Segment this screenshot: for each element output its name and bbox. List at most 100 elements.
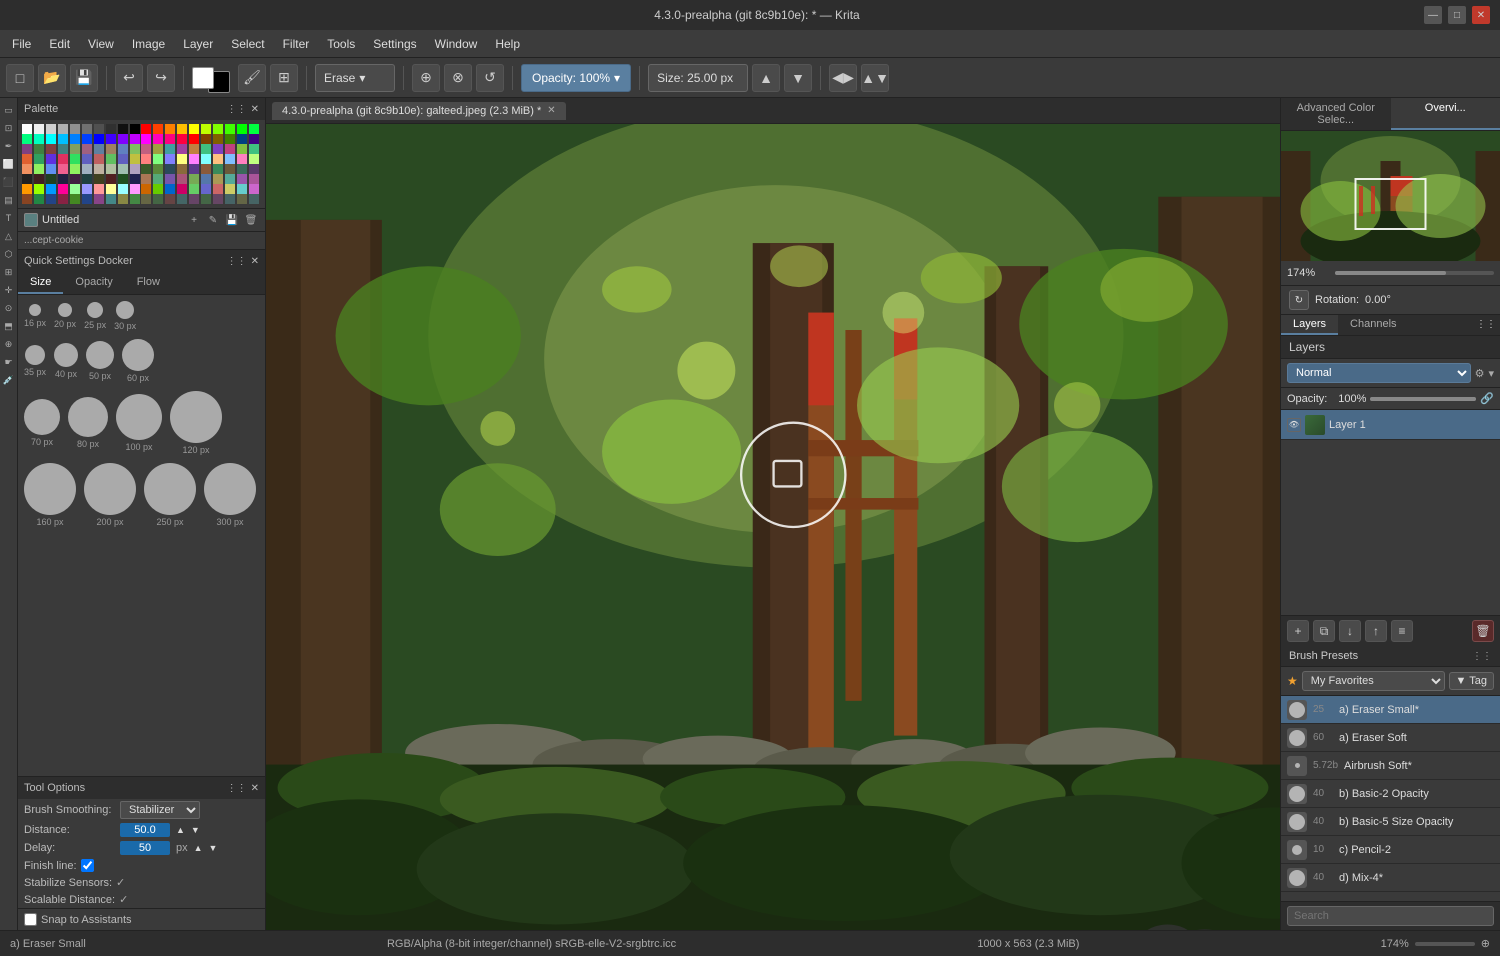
palette-color-8[interactable] (118, 124, 128, 134)
menu-filter[interactable]: Filter (275, 34, 318, 54)
palette-color-140[interactable] (22, 194, 32, 204)
palette-color-148[interactable] (118, 194, 128, 204)
palette-color-100[interactable] (22, 174, 32, 184)
palette-color-150[interactable] (141, 194, 151, 204)
palette-color-107[interactable] (106, 174, 116, 184)
undo-button[interactable]: ↩ (115, 64, 143, 92)
canvas-content[interactable] (266, 124, 1280, 930)
gradient-tool[interactable]: ▤ (1, 192, 17, 208)
add-layer-btn[interactable]: + (186, 212, 202, 228)
size-down-button[interactable]: ▼ (784, 64, 812, 92)
palette-color-132[interactable] (165, 184, 175, 194)
palette-color-114[interactable] (189, 174, 199, 184)
brush-size-100[interactable]: 100 px (116, 394, 162, 452)
palette-color-78[interactable] (237, 154, 247, 164)
snap-assistants-checkbox[interactable] (24, 913, 37, 926)
tab-layers[interactable]: Layers (1281, 315, 1338, 335)
canvas-tab-1[interactable]: 4.3.0-prealpha (git 8c9b10e): galteed.jp… (272, 102, 566, 120)
layer-item-0[interactable]: 👁Layer 1 (1281, 410, 1500, 440)
menu-settings[interactable]: Settings (365, 34, 424, 54)
distance-spinner-up[interactable]: ▲ (176, 825, 185, 835)
palette-color-138[interactable] (237, 184, 247, 194)
palette-color-125[interactable] (82, 184, 92, 194)
brush-size-16[interactable]: 16 px (24, 304, 46, 328)
menu-layer[interactable]: Layer (175, 34, 221, 54)
palette-color-90[interactable] (141, 164, 151, 174)
palette-color-32[interactable] (165, 134, 175, 144)
menu-select[interactable]: Select (223, 34, 272, 54)
palette-color-13[interactable] (177, 124, 187, 134)
palette-color-29[interactable] (130, 134, 140, 144)
palette-color-121[interactable] (34, 184, 44, 194)
fill-tool[interactable]: ⬛ (1, 174, 17, 190)
palette-color-119[interactable] (249, 174, 259, 184)
palette-color-152[interactable] (165, 194, 175, 204)
palette-color-130[interactable] (141, 184, 151, 194)
palette-color-39[interactable] (249, 134, 259, 144)
size-control[interactable]: Size: 25.00 px (648, 64, 748, 92)
tab-overview[interactable]: Overvi... (1391, 98, 1500, 130)
redo-button[interactable]: ↪ (147, 64, 175, 92)
tab-size[interactable]: Size (18, 272, 63, 294)
palette-color-14[interactable] (189, 124, 199, 134)
palette-color-127[interactable] (106, 184, 116, 194)
preserve-alpha-button[interactable]: ⊕ (412, 64, 440, 92)
palette-color-92[interactable] (165, 164, 175, 174)
palette-color-24[interactable] (70, 134, 80, 144)
brush-size-70[interactable]: 70 px (24, 399, 60, 447)
palette-color-37[interactable] (225, 134, 235, 144)
palette-color-120[interactable] (22, 184, 32, 194)
qs-menu-icon[interactable]: ⋮⋮ (227, 256, 247, 267)
qs-close-icon[interactable]: ✕ (251, 256, 259, 267)
palette-color-86[interactable] (94, 164, 104, 174)
brush-item-2[interactable]: 5.72bAirbrush Soft* (1281, 752, 1500, 780)
palette-color-124[interactable] (70, 184, 80, 194)
brush-item-3[interactable]: 40b) Basic-2 Opacity (1281, 780, 1500, 808)
palette-color-31[interactable] (153, 134, 163, 144)
palette-color-145[interactable] (82, 194, 92, 204)
menu-file[interactable]: File (4, 34, 39, 54)
palette-color-106[interactable] (94, 174, 104, 184)
contiguous-select-tool[interactable]: ⊡ (1, 120, 17, 136)
palette-color-102[interactable] (46, 174, 56, 184)
palette-color-75[interactable] (201, 154, 211, 164)
palette-color-85[interactable] (82, 164, 92, 174)
palette-color-84[interactable] (70, 164, 80, 174)
shape-tool[interactable]: △ (1, 228, 17, 244)
canvas-tab-close[interactable]: ✕ (547, 105, 555, 116)
close-button[interactable]: ✕ (1472, 6, 1490, 24)
palette-color-17[interactable] (225, 124, 235, 134)
palette-color-156[interactable] (213, 194, 223, 204)
zoom-slider[interactable] (1335, 271, 1494, 275)
tab-flow[interactable]: Flow (125, 272, 172, 294)
finish-line-checkbox[interactable] (81, 859, 94, 872)
palette-color-43[interactable] (58, 144, 68, 154)
erase-mode-button[interactable]: ↺ (476, 64, 504, 92)
palette-color-1[interactable] (34, 124, 44, 134)
delete-layer-toolbar-btn[interactable]: 🗑 (1472, 620, 1494, 642)
brush-presets-options-icon[interactable]: ⋮⋮ (1472, 651, 1492, 662)
layers-options-icon[interactable]: ⋮⋮ (1472, 315, 1500, 335)
palette-color-58[interactable] (237, 144, 247, 154)
palette-color-113[interactable] (177, 174, 187, 184)
palette-color-54[interactable] (189, 144, 199, 154)
brush-size-60[interactable]: 60 px (122, 339, 154, 383)
palette-color-77[interactable] (225, 154, 235, 164)
brush-size-200[interactable]: 200 px (84, 463, 136, 527)
palette-color-126[interactable] (94, 184, 104, 194)
palette-color-94[interactable] (189, 164, 199, 174)
palette-color-9[interactable] (130, 124, 140, 134)
brush-search-input[interactable] (1287, 906, 1494, 926)
brush-size-80[interactable]: 80 px (68, 397, 108, 449)
palette-color-146[interactable] (94, 194, 104, 204)
palette-color-155[interactable] (201, 194, 211, 204)
inherit-alpha-button[interactable]: ⊗ (444, 64, 472, 92)
palette-color-53[interactable] (177, 144, 187, 154)
menu-help[interactable]: Help (487, 34, 528, 54)
brush-mode-button[interactable]: ⊞ (270, 64, 298, 92)
opacity-control[interactable]: Opacity: 100% ▾ (521, 64, 631, 92)
palette-color-27[interactable] (106, 134, 116, 144)
mirror-v-button[interactable]: ▲▼ (861, 64, 889, 92)
palette-color-38[interactable] (237, 134, 247, 144)
palette-color-80[interactable] (22, 164, 32, 174)
